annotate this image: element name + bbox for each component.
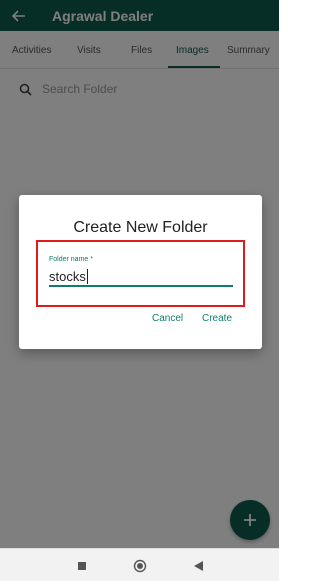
create-folder-dialog: Create New Folder Folder name * Cancel C…	[19, 195, 262, 349]
text-cursor	[87, 269, 88, 284]
square-icon	[78, 561, 86, 570]
system-nav-bar	[0, 548, 279, 581]
home-circle-icon	[133, 559, 147, 572]
folder-name-input[interactable]	[49, 267, 233, 287]
dialog-title: Create New Folder	[73, 219, 208, 236]
back-triangle-icon	[193, 560, 203, 571]
create-button[interactable]: Create	[202, 313, 232, 324]
folder-name-label: Folder name *	[49, 256, 93, 263]
back-nav-button[interactable]	[183, 549, 213, 581]
cancel-button[interactable]: Cancel	[152, 313, 183, 324]
home-button[interactable]	[125, 549, 155, 581]
recents-button[interactable]	[67, 549, 97, 581]
